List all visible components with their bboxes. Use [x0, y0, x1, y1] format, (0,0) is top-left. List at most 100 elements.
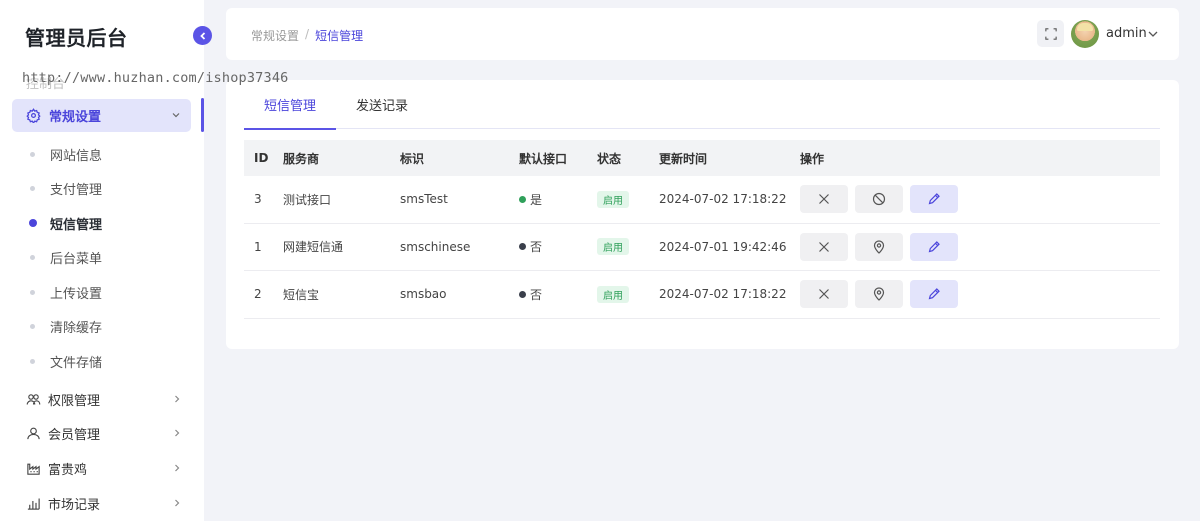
table-row: 3 测试接口 smsTest 是 启用 2024-07-02 17:18:22: [244, 176, 1160, 224]
sidebar-group-permissions[interactable]: 权限管理: [0, 382, 204, 416]
location-icon: [873, 287, 885, 302]
cell-id: 2: [254, 287, 262, 302]
table-row: 1 网建短信通 smschinese 否 启用 2024-07-01 19:42…: [244, 224, 1160, 271]
cell-provider: 测试接口: [283, 192, 332, 207]
chevron-right-icon: [172, 498, 182, 508]
cell-provider: 短信宝: [283, 287, 320, 302]
main-panel: 短信管理 发送记录 ID 服务商 标识 默认接口 状态 更新时间 操作 3 测试…: [226, 80, 1179, 349]
chevron-down-icon[interactable]: [1147, 28, 1159, 40]
status-badge: 启用: [597, 238, 629, 256]
watermark-text: http://www.huzhan.com/ishop37346: [22, 70, 289, 86]
sidebar: 管理员后台 控制台 http://www.huzhan.com/ishop373…: [0, 0, 288, 521]
set-default-button[interactable]: [855, 280, 903, 309]
status-badge: 启用: [597, 285, 629, 303]
delete-button[interactable]: [800, 280, 848, 309]
cell-updated: 2024-07-02 17:18:22: [659, 287, 787, 302]
chevron-left-icon: [199, 31, 205, 40]
sidebar-item-label: 清除缓存: [50, 321, 103, 337]
pencil-icon: [928, 240, 940, 253]
sidebar-group-label: 权限管理: [48, 393, 101, 409]
cell-default: 否: [530, 240, 543, 255]
table-row: 2 短信宝 smsbao 否 启用 2024-07-02 17:18:22: [244, 271, 1160, 319]
dot-icon: [30, 151, 35, 157]
cell-id: 3: [254, 192, 262, 207]
fullscreen-button[interactable]: [1037, 20, 1064, 47]
status-dot-icon: [519, 243, 526, 251]
app-title: 管理员后台: [25, 26, 128, 50]
username[interactable]: admin: [1106, 26, 1147, 41]
sidebar-group-label: 市场记录: [48, 497, 101, 513]
cell-updated: 2024-07-01 19:42:46: [659, 239, 787, 254]
sidebar-item-label: 上传设置: [50, 286, 103, 302]
close-icon: [819, 289, 829, 300]
header-bar: 常规设置 / 短信管理 admin: [226, 8, 1179, 60]
dot-icon: [29, 219, 37, 228]
tab-sms-management[interactable]: 短信管理: [244, 80, 337, 130]
cell-default: 否: [530, 287, 543, 302]
sidebar-item-upload[interactable]: 上传设置: [0, 275, 204, 310]
ban-icon: [872, 193, 886, 206]
sms-provider-table: ID 服务商 标识 默认接口 状态 更新时间 操作 3 测试接口 smsTest…: [244, 140, 1160, 319]
chevron-right-icon: [172, 463, 182, 473]
users-icon: [26, 392, 41, 407]
dot-icon: [30, 186, 35, 192]
avatar[interactable]: [1071, 20, 1099, 48]
sidebar-group-label: 会员管理: [48, 427, 101, 443]
sidebar-group-market-records[interactable]: 市场记录: [0, 486, 204, 520]
sidebar-item-site-info[interactable]: 网站信息: [0, 137, 204, 172]
delete-button[interactable]: [800, 232, 848, 261]
breadcrumb-current: 短信管理: [315, 29, 364, 43]
sidebar-item-label: 支付管理: [50, 183, 103, 199]
cell-id: 1: [254, 239, 262, 254]
sidebar-group-label: 富贵鸡: [48, 462, 88, 478]
column-header: 状态: [597, 151, 622, 166]
sidebar-group-general-settings[interactable]: 常规设置: [12, 99, 191, 132]
dot-icon: [30, 324, 35, 330]
disable-button[interactable]: [855, 185, 903, 214]
fullscreen-icon: [1044, 27, 1057, 40]
column-header: 默认接口: [519, 151, 568, 166]
close-icon: [819, 194, 829, 205]
cell-tag: smschinese: [400, 239, 471, 254]
table-header: ID 服务商 标识 默认接口 状态 更新时间 操作: [244, 140, 1160, 176]
status-badge: 启用: [597, 190, 629, 208]
status-dot-icon: [519, 195, 526, 203]
column-header: 操作: [800, 151, 825, 166]
pencil-icon: [928, 193, 940, 205]
sidebar-item-label: 文件存储: [50, 355, 103, 371]
dot-icon: [30, 289, 35, 295]
submenu: 网站信息 支付管理 短信管理 后台菜单 上传设置 清除缓存 文件存储: [0, 137, 204, 379]
breadcrumb-separator: /: [305, 27, 310, 41]
tab-send-records[interactable]: 发送记录: [336, 80, 428, 129]
sidebar-group-label: 常规设置: [49, 110, 102, 125]
set-default-button[interactable]: [855, 232, 903, 261]
sidebar-item-clear-cache[interactable]: 清除缓存: [0, 310, 204, 345]
chevron-down-icon: [171, 110, 181, 120]
edit-button[interactable]: [910, 185, 958, 214]
bar-chart-icon: [26, 496, 41, 511]
sidebar-item-payment[interactable]: 支付管理: [0, 172, 204, 207]
collapse-sidebar-button[interactable]: [193, 26, 212, 45]
dot-icon: [30, 358, 35, 364]
delete-button[interactable]: [800, 185, 848, 214]
breadcrumb: 常规设置 / 短信管理: [251, 27, 363, 44]
sidebar-item-sms[interactable]: 短信管理: [0, 206, 204, 241]
sidebar-group-fuguiji[interactable]: 富贵鸡: [0, 451, 204, 485]
sidebar-item-label: 短信管理: [50, 217, 103, 233]
edit-button[interactable]: [910, 232, 958, 261]
close-icon: [819, 241, 829, 252]
sidebar-group-members[interactable]: 会员管理: [0, 416, 204, 450]
chevron-right-icon: [172, 428, 182, 438]
edit-button[interactable]: [910, 280, 958, 309]
sidebar-item-admin-menu[interactable]: 后台菜单: [0, 241, 204, 276]
factory-icon: [26, 461, 41, 476]
sidebar-item-storage[interactable]: 文件存储: [0, 344, 204, 379]
sidebar-item-label: 后台菜单: [50, 252, 103, 268]
user-icon: [26, 426, 41, 441]
column-header: 服务商: [283, 151, 320, 166]
cell-tag: smsTest: [400, 192, 448, 207]
breadcrumb-item[interactable]: 常规设置: [251, 27, 299, 44]
location-icon: [873, 240, 885, 254]
cell-provider: 网建短信通: [283, 240, 344, 255]
column-header: 标识: [400, 151, 425, 166]
